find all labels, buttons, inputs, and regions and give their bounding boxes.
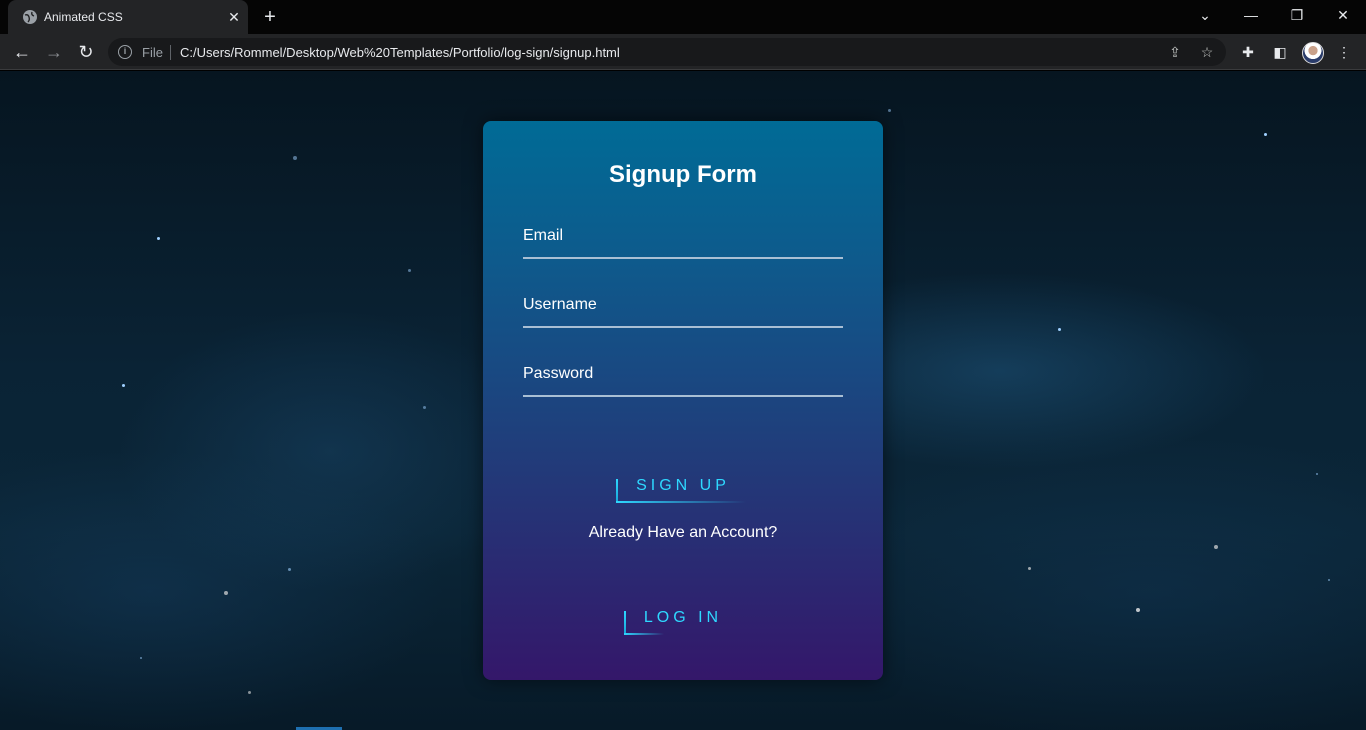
signup-label: SIGN UP: [636, 477, 730, 494]
password-label: Password: [523, 365, 594, 382]
button-corner-line: [616, 501, 746, 503]
browser-tab[interactable]: Animated CSS ✕: [8, 0, 248, 34]
username-field[interactable]: Username: [523, 288, 843, 328]
star: [1328, 579, 1330, 581]
star-icon[interactable]: ☆: [1198, 43, 1216, 61]
new-tab-button[interactable]: +: [258, 6, 282, 28]
side-panel-icon[interactable]: ◧: [1270, 42, 1290, 62]
email-input[interactable]: [523, 219, 843, 257]
star: [408, 269, 411, 272]
username-label: Username: [523, 296, 597, 313]
star: [1316, 473, 1318, 475]
scheme-label: File: [142, 45, 163, 60]
star: [1028, 567, 1031, 570]
star: [1058, 328, 1061, 331]
star: [293, 156, 297, 160]
email-underline: [523, 257, 843, 259]
star: [1264, 133, 1267, 136]
star: [1136, 608, 1140, 612]
signup-card: Signup Form Email Username Password SIGN…: [483, 121, 883, 680]
star: [423, 406, 426, 409]
login-label: LOG IN: [643, 609, 723, 626]
password-underline: [523, 395, 843, 397]
close-icon[interactable]: ✕: [224, 7, 244, 27]
signup-button[interactable]: SIGN UP: [483, 473, 883, 503]
page-background: Signup Form Email Username Password SIGN…: [0, 71, 1366, 730]
forward-icon[interactable]: →: [42, 40, 66, 64]
star: [1214, 545, 1218, 549]
tab-title: Animated CSS: [44, 10, 123, 24]
email-field[interactable]: Email: [523, 219, 843, 259]
globe-icon: [23, 10, 37, 24]
page-title: Signup Form: [609, 161, 757, 188]
divider: [170, 45, 171, 60]
avatar[interactable]: [1302, 42, 1324, 64]
chevron-down-icon[interactable]: ⌄: [1182, 0, 1228, 30]
star: [288, 568, 291, 571]
star: [248, 691, 251, 694]
email-label: Email: [523, 227, 564, 244]
login-button[interactable]: LOG IN: [483, 605, 883, 635]
back-icon[interactable]: ←: [10, 40, 34, 64]
star: [224, 591, 228, 595]
more-icon[interactable]: ⋮: [1334, 42, 1354, 62]
close-window-icon[interactable]: ✕: [1320, 0, 1366, 30]
minimize-icon[interactable]: —: [1228, 0, 1274, 30]
star: [140, 657, 142, 659]
browser-toolbar: ← → ↻ i File C:/Users/Rommel/Desktop/Web…: [0, 34, 1366, 70]
tab-bar: Animated CSS ✕ + ⌄ — ❐ ✕: [0, 0, 1366, 34]
address-bar[interactable]: i File C:/Users/Rommel/Desktop/Web%20Tem…: [108, 38, 1226, 66]
extensions-icon[interactable]: ✚: [1238, 42, 1258, 62]
url-text[interactable]: C:/Users/Rommel/Desktop/Web%20Templates/…: [180, 45, 620, 60]
star: [157, 237, 160, 240]
info-icon[interactable]: i: [118, 45, 132, 59]
password-field[interactable]: Password: [523, 357, 843, 397]
button-corner-line: [624, 633, 664, 635]
username-underline: [523, 326, 843, 328]
reload-icon[interactable]: ↻: [74, 40, 98, 64]
star: [122, 384, 125, 387]
star: [888, 109, 891, 112]
restore-icon[interactable]: ❐: [1274, 0, 1320, 30]
share-icon[interactable]: ⇪: [1166, 43, 1184, 61]
already-account-text: Already Have an Account?: [588, 524, 778, 541]
